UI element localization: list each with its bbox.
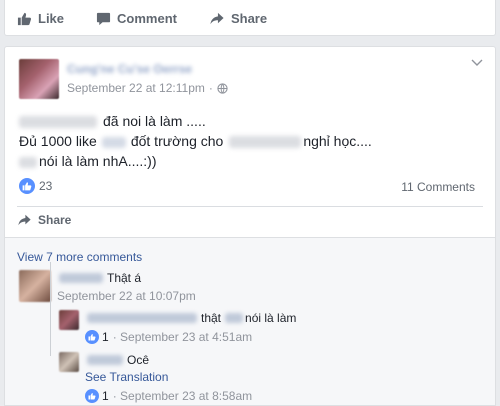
share-arrow-icon bbox=[210, 12, 224, 24]
post-body: đã noi là làm ..... Đủ 1000 like đốt trườ… bbox=[19, 111, 479, 171]
reply-2-text: Ocê bbox=[127, 353, 150, 367]
post-line-1-text: đã noi là làm ..... bbox=[103, 113, 206, 129]
meta-separator: · bbox=[112, 330, 121, 344]
author-avatar[interactable] bbox=[19, 59, 59, 99]
redacted-word bbox=[19, 156, 37, 168]
reply-1-text-b: nói là làm bbox=[245, 311, 297, 325]
globe-icon bbox=[217, 82, 228, 94]
reply-1-body: thật nói là làm bbox=[87, 311, 296, 325]
commenter-avatar[interactable] bbox=[19, 270, 51, 302]
reply-avatar[interactable] bbox=[59, 310, 79, 330]
action-bar: Like Comment Share bbox=[17, 8, 299, 28]
view-more-comments-link[interactable]: View 7 more comments bbox=[17, 250, 142, 264]
comments-count-link[interactable]: 11 Comments bbox=[401, 180, 475, 194]
chevron-down-icon[interactable] bbox=[471, 59, 483, 67]
post-line-1: đã noi là làm ..... bbox=[19, 111, 479, 131]
replier-name[interactable] bbox=[87, 355, 123, 365]
reply-1-meta: 1 · September 23 at 4:51am bbox=[85, 330, 252, 344]
replier-name[interactable] bbox=[87, 313, 197, 323]
comments-section: View 7 more comments Thật á September 22… bbox=[5, 237, 495, 405]
meta-separator: · bbox=[112, 389, 121, 403]
reactions-count: 23 bbox=[39, 179, 53, 193]
post-line-2-middle: đốt trường bbox=[130, 133, 197, 149]
comment-button[interactable]: Comment bbox=[96, 11, 177, 26]
post-line-2-suffix-b: nghỉ học.... bbox=[303, 133, 372, 149]
redacted-name bbox=[19, 116, 97, 129]
post-timestamp[interactable]: September 22 at 12:11pm bbox=[67, 81, 205, 95]
thumbs-up-icon bbox=[17, 12, 32, 25]
reply-avatar[interactable] bbox=[59, 352, 79, 372]
comment-icon bbox=[96, 12, 111, 25]
like-label: Like bbox=[38, 10, 65, 26]
post-line-2-suffix-a: cho bbox=[200, 133, 224, 149]
redacted-word bbox=[101, 136, 126, 148]
share-button[interactable]: Share bbox=[209, 11, 267, 26]
post-share-button[interactable]: Share bbox=[17, 213, 71, 227]
like-reaction-icon bbox=[85, 330, 99, 344]
post-line-3: nói là làm nhA....:)) bbox=[19, 151, 479, 171]
comment-1-body: Thật á bbox=[59, 271, 141, 285]
redacted-word bbox=[225, 313, 244, 323]
post-meta: September 22 at 12:11pm · bbox=[67, 81, 228, 95]
post-line-3-text: nói là làm nhA....:)) bbox=[39, 153, 157, 169]
post-card: Cung'ne Cu'se Oerrse September 22 at 12:… bbox=[4, 46, 496, 406]
reactions-summary[interactable]: 23 bbox=[19, 178, 52, 194]
share-label: Share bbox=[230, 10, 268, 26]
reply-2-time[interactable]: September 23 at 8:58am bbox=[120, 389, 252, 403]
see-translation-link[interactable]: See Translation bbox=[85, 370, 168, 384]
previous-post-card: Like Comment Share bbox=[4, 0, 496, 36]
reply-1-likes[interactable]: 1 bbox=[102, 330, 109, 344]
like-reaction-icon bbox=[19, 178, 35, 194]
reply-1-text-a: thật bbox=[201, 311, 222, 325]
like-button[interactable]: Like bbox=[17, 11, 64, 26]
post-line-2: Đủ 1000 like đốt trường cho nghỉ học.... bbox=[19, 131, 479, 151]
commenter-name[interactable] bbox=[59, 273, 103, 283]
author-name[interactable]: Cung'ne Cu'se Oerrse bbox=[67, 62, 209, 76]
post-share-label: Share bbox=[38, 213, 72, 227]
share-arrow-icon bbox=[18, 214, 31, 226]
divider bbox=[17, 206, 483, 207]
reply-thread-line bbox=[50, 262, 51, 356]
meta-separator: · bbox=[208, 81, 213, 95]
redacted-word bbox=[229, 136, 302, 149]
like-reaction-icon bbox=[85, 389, 99, 403]
comment-1-meta: September 22 at 10:07pm bbox=[57, 289, 196, 303]
reply-2-meta: 1 · September 23 at 8:58am bbox=[85, 389, 252, 403]
reply-2-likes[interactable]: 1 bbox=[102, 389, 109, 403]
comment-1-text: Thật á bbox=[107, 271, 142, 285]
reply-1-time[interactable]: September 23 at 4:51am bbox=[120, 330, 252, 344]
post-line-2-prefix: Đủ 1000 like bbox=[19, 133, 97, 149]
reply-2-body: Ocê bbox=[87, 353, 149, 367]
comment-1-time[interactable]: September 22 at 10:07pm bbox=[57, 289, 196, 303]
comment-label: Comment bbox=[117, 10, 177, 26]
